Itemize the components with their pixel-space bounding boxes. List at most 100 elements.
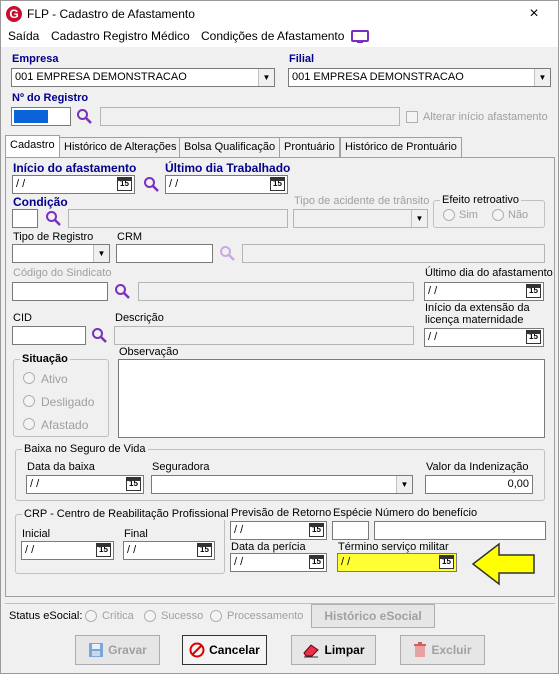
efeito-nao-label: Não: [508, 209, 529, 221]
menu-cadastro-registro-medico[interactable]: Cadastro Registro Médico: [51, 29, 190, 43]
ultimo-dia-afastamento-label: Último dia do afastamento: [425, 267, 553, 279]
previsao-retorno-value: / /: [234, 524, 244, 536]
tab-cadastro[interactable]: Cadastro: [5, 135, 60, 158]
efeito-nao-radio[interactable]: [492, 209, 504, 221]
limpar-button[interactable]: Limpar: [291, 635, 376, 665]
data-pericia-value: / /: [234, 556, 244, 568]
extensao-licenca-value: / /: [428, 331, 438, 343]
observacao-textarea[interactable]: [118, 359, 545, 438]
calendar-icon[interactable]: 15: [309, 555, 324, 569]
especie-input[interactable]: [332, 521, 369, 540]
tab-historico-alteracoes[interactable]: Histórico de Alterações: [59, 137, 182, 157]
ultimo-dia-trabalhado-input[interactable]: / / 15: [165, 175, 288, 194]
tab-bolsa-qualificacao[interactable]: Bolsa Qualificação: [179, 137, 281, 157]
calendar-icon[interactable]: 15: [270, 177, 285, 191]
search-icon[interactable]: [114, 283, 130, 299]
efeito-sim-radio[interactable]: [443, 209, 455, 221]
empresa-select[interactable]: 001 EMPRESA DEMONSTRACAO ▼: [11, 68, 275, 87]
status-esocial-label: Status eSocial:: [9, 610, 83, 622]
inicio-afastamento-label: Início do afastamento: [13, 161, 137, 175]
search-icon[interactable]: [76, 108, 92, 124]
condicao-descricao-field: [68, 209, 288, 228]
previsao-retorno-label: Previsão de Retorno: [231, 507, 332, 519]
ultimo-dia-afastamento-input[interactable]: / / 15: [424, 282, 544, 301]
calendar-icon[interactable]: 15: [96, 543, 111, 557]
valor-indenizacao-input[interactable]: 0,00: [425, 475, 533, 494]
status-sucesso-radio[interactable]: [144, 610, 156, 622]
situacao-desligado-radio[interactable]: [23, 395, 35, 407]
especie-label: Espécie: [333, 507, 373, 519]
data-baixa-label: Data da baixa: [27, 461, 95, 473]
situacao-desligado-label: Desligado: [41, 395, 95, 409]
app-logo-icon: G: [6, 6, 22, 22]
menu-condicoes-afastamento[interactable]: Condições de Afastamento: [201, 29, 344, 43]
filial-select[interactable]: 001 EMPRESA DEMONSTRACAO ▼: [288, 68, 551, 87]
status-critica-radio[interactable]: [85, 610, 97, 622]
search-icon[interactable]: [143, 176, 159, 192]
tipo-acidente-select[interactable]: ▼: [293, 209, 428, 228]
data-pericia-input[interactable]: / / 15: [230, 553, 327, 572]
calendar-icon[interactable]: 15: [197, 543, 212, 557]
situacao-ativo-radio[interactable]: [23, 372, 35, 384]
crp-final-input[interactable]: / / 15: [123, 541, 215, 560]
cid-input[interactable]: [12, 326, 86, 345]
data-baixa-value: / /: [30, 478, 40, 490]
inicio-afastamento-input[interactable]: / / 15: [12, 175, 135, 194]
tipo-registro-select[interactable]: ▼: [12, 244, 110, 263]
registro-input[interactable]: [11, 107, 71, 126]
tipo-acidente-label: Tipo de acidente de trânsito: [294, 195, 430, 207]
situacao-afastado-radio[interactable]: [23, 418, 35, 430]
search-icon[interactable]: [45, 210, 61, 226]
baixa-seguro-label: Baixa no Seguro de Vida: [22, 443, 148, 455]
numero-beneficio-input[interactable]: [374, 521, 546, 540]
status-processamento-radio[interactable]: [210, 610, 222, 622]
tab-historico-prontuario[interactable]: Histórico de Prontuário: [340, 137, 462, 157]
termino-servico-militar-input[interactable]: / / 15: [337, 553, 457, 572]
data-pericia-label: Data da perícia: [231, 541, 306, 553]
crm-input[interactable]: [116, 244, 213, 263]
situacao-label: Situação: [20, 353, 70, 365]
inicio-afastamento-value: / /: [16, 178, 26, 190]
condicao-label: Condição: [13, 195, 68, 209]
registro-label: Nº do Registro: [12, 92, 89, 104]
crm-descricao-field: [242, 244, 545, 263]
gravar-button[interactable]: Gravar: [75, 635, 160, 665]
calendar-icon[interactable]: 15: [117, 177, 132, 191]
menu-saida[interactable]: Saída: [8, 29, 39, 43]
calendar-icon[interactable]: 15: [526, 284, 541, 298]
efeito-retroativo-label: Efeito retroativo: [440, 194, 522, 206]
codigo-sindicato-input[interactable]: [12, 282, 108, 301]
monitor-icon[interactable]: [351, 30, 369, 44]
condicao-input[interactable]: [12, 209, 38, 228]
calendar-icon[interactable]: 15: [526, 330, 541, 344]
situacao-group: Situação Ativo Desligado Afastado: [13, 353, 109, 437]
search-icon[interactable]: [219, 245, 235, 261]
registro-name-field: [100, 107, 400, 126]
previsao-retorno-input[interactable]: / / 15: [230, 521, 327, 540]
calendar-icon[interactable]: 15: [309, 523, 324, 537]
data-baixa-input[interactable]: / / 15: [26, 475, 144, 494]
cancelar-button[interactable]: Cancelar: [182, 635, 267, 665]
tab-prontuario[interactable]: Prontuário: [279, 137, 340, 157]
efeito-sim-label: Sim: [459, 209, 478, 221]
search-icon[interactable]: [91, 327, 107, 343]
extensao-licenca-input[interactable]: / / 15: [424, 328, 544, 347]
empresa-label: Empresa: [12, 53, 59, 65]
crp-inicial-input[interactable]: / / 15: [21, 541, 114, 560]
alterar-inicio-checkbox[interactable]: [406, 111, 418, 123]
seguradora-select[interactable]: ▼: [151, 475, 413, 494]
pointer-arrow-icon: [471, 542, 535, 586]
descricao-field: [114, 326, 414, 345]
historico-esocial-button[interactable]: Histórico eSocial: [311, 604, 435, 628]
alterar-inicio-label: Alterar início afastamento: [423, 111, 548, 123]
filial-label: Filial: [289, 53, 315, 65]
cancel-icon: [189, 642, 205, 658]
calendar-icon[interactable]: 15: [439, 555, 454, 569]
filial-value: 001 EMPRESA DEMONSTRACAO: [292, 71, 464, 83]
close-button[interactable]: ×: [519, 4, 549, 24]
calendar-icon[interactable]: 15: [126, 477, 141, 491]
numero-beneficio-label: Número do benefício: [375, 507, 478, 519]
extensao-label-1: Início da extensão da: [425, 302, 530, 314]
excluir-button[interactable]: Excluir: [400, 635, 485, 665]
valor-indenizacao-label: Valor da Indenização: [426, 461, 529, 473]
